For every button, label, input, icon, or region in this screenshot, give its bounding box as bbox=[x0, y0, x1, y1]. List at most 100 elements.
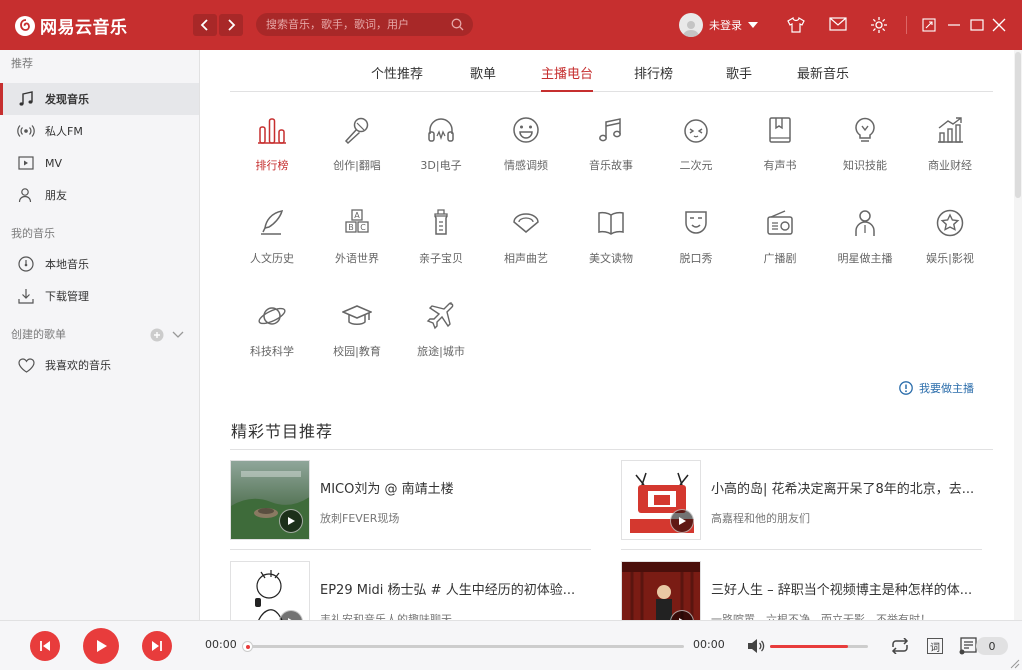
category-label: 明星做主播 bbox=[837, 252, 893, 265]
program-title[interactable]: 三好人生 – 辞职当个视频博主是种怎样的体... bbox=[711, 579, 991, 598]
sidebar-item-personal-fm[interactable]: 私人FM bbox=[0, 115, 199, 147]
caret-down-icon[interactable] bbox=[748, 22, 758, 28]
search-input[interactable] bbox=[266, 18, 446, 31]
avatar[interactable] bbox=[679, 13, 703, 37]
category-entertainment[interactable]: 娱乐|影视 bbox=[908, 206, 992, 266]
sidebar-item-local-music[interactable]: 本地音乐 bbox=[0, 248, 199, 280]
loop-mode-icon[interactable] bbox=[890, 638, 910, 654]
program-item[interactable]: 三好人生 – 辞职当个视频博主是种怎样的体... 一路喧嚣，六根不净，而立无影，… bbox=[621, 561, 991, 620]
category-business[interactable]: 商业财经 bbox=[908, 113, 992, 173]
category-crosstalk[interactable]: 相声曲艺 bbox=[484, 206, 568, 266]
tab-personal-recommend[interactable]: 个性推荐 bbox=[371, 63, 423, 92]
category-history[interactable]: 人文历史 bbox=[230, 206, 314, 266]
program-cover[interactable] bbox=[230, 561, 310, 620]
category-foreign-language[interactable]: ABC 外语世界 bbox=[315, 206, 399, 266]
video-icon bbox=[17, 154, 35, 172]
volume-icon[interactable] bbox=[747, 638, 765, 654]
back-button[interactable] bbox=[193, 14, 217, 36]
category-radio-drama[interactable]: 广播剧 bbox=[738, 206, 822, 266]
sidebar-section-my-music: 我的音乐 bbox=[11, 227, 55, 240]
lyric-button[interactable]: 词 bbox=[927, 638, 943, 654]
category-travel[interactable]: 旅途|城市 bbox=[399, 299, 483, 359]
sidebar-item-friends[interactable]: 朋友 bbox=[0, 179, 199, 211]
minimize-icon[interactable] bbox=[947, 18, 961, 32]
program-cover[interactable] bbox=[621, 561, 701, 620]
maximize-icon[interactable] bbox=[970, 18, 984, 32]
category-music-stories[interactable]: 音乐故事 bbox=[569, 113, 653, 173]
program-title[interactable]: MICO刘为 @ 南靖土楼 bbox=[320, 478, 600, 497]
program-cover[interactable] bbox=[230, 460, 310, 540]
section-title[interactable]: 精彩节目推荐 bbox=[231, 418, 333, 442]
category-audiobooks[interactable]: 有声书 bbox=[738, 113, 822, 173]
user-menu[interactable]: 未登录 bbox=[679, 13, 758, 37]
skin-tshirt-icon[interactable] bbox=[787, 16, 805, 34]
program-item[interactable]: MICO刘为 @ 南靖土楼 放刺FEVER现场 bbox=[230, 460, 600, 550]
category-ranking[interactable]: 排行榜 bbox=[230, 113, 314, 173]
progress-knob[interactable] bbox=[242, 641, 253, 652]
tab-new-music[interactable]: 最新音乐 bbox=[797, 63, 849, 92]
finance-chart-icon bbox=[933, 113, 967, 147]
add-playlist-icon[interactable] bbox=[150, 328, 164, 342]
play-overlay-button[interactable] bbox=[279, 509, 303, 533]
app-logo[interactable]: 网易云音乐 bbox=[14, 13, 128, 38]
category-cover-songs[interactable]: 创作|翻唱 bbox=[315, 113, 399, 173]
apply-host-link[interactable]: 我要做主播 bbox=[899, 380, 974, 396]
tab-charts[interactable]: 排行榜 bbox=[634, 63, 673, 92]
settings-gear-icon[interactable] bbox=[870, 16, 888, 34]
program-subtitle[interactable]: 放刺FEVER现场 bbox=[320, 510, 399, 526]
category-emotional-fm[interactable]: 情感调频 bbox=[484, 113, 568, 173]
sidebar-item-label: 下载管理 bbox=[45, 290, 89, 303]
category-talk-show[interactable]: 脱口秀 bbox=[654, 206, 738, 266]
sidebar-item-discover-music[interactable]: 发现音乐 bbox=[0, 83, 199, 115]
forward-button[interactable] bbox=[219, 14, 243, 36]
chevron-down-icon[interactable] bbox=[172, 331, 184, 339]
category-parenting[interactable]: 亲子宝贝 bbox=[399, 206, 483, 266]
category-celebrity-hosts[interactable]: 明星做主播 bbox=[823, 206, 907, 266]
tab-playlists[interactable]: 歌单 bbox=[470, 63, 496, 92]
previous-track-button[interactable] bbox=[30, 631, 60, 661]
message-mail-icon[interactable] bbox=[829, 17, 847, 32]
tab-artists[interactable]: 歌手 bbox=[726, 63, 752, 92]
category-literature[interactable]: 美文读物 bbox=[569, 206, 653, 266]
volume-slider[interactable] bbox=[770, 645, 868, 648]
sidebar-item-downloads[interactable]: 下载管理 bbox=[0, 280, 199, 312]
category-knowledge[interactable]: 知识技能 bbox=[823, 113, 907, 173]
close-icon[interactable] bbox=[992, 18, 1006, 32]
program-subtitle[interactable]: 韦礼安和音乐人的趣味聊天 bbox=[320, 611, 452, 620]
ranking-bars-icon bbox=[255, 113, 289, 147]
skip-previous-icon bbox=[40, 641, 50, 651]
progress-bar[interactable] bbox=[242, 641, 684, 652]
sidebar-item-label: 私人FM bbox=[45, 125, 83, 138]
play-overlay-button[interactable] bbox=[670, 509, 694, 533]
program-title[interactable]: 小高的岛| 花希决定离开呆了8年的北京，去... bbox=[711, 478, 991, 497]
sidebar-item-mv[interactable]: MV bbox=[0, 147, 199, 179]
program-title[interactable]: EP29 Midi 杨士弘 # 人生中经历的初体验... bbox=[320, 579, 600, 598]
sidebar-item-liked-music[interactable]: 我喜欢的音乐 bbox=[0, 349, 199, 381]
sidebar-item-label: 本地音乐 bbox=[45, 258, 89, 271]
program-item[interactable]: 小高的岛| 花希决定离开呆了8年的北京，去... 高嘉程和他的朋友们 bbox=[621, 460, 991, 550]
scrollbar[interactable] bbox=[1014, 50, 1022, 620]
resize-grip-icon[interactable] bbox=[1008, 657, 1020, 669]
mini-mode-icon[interactable] bbox=[922, 18, 936, 32]
app-name: 网易云音乐 bbox=[40, 18, 128, 38]
user-name[interactable]: 未登录 bbox=[709, 17, 742, 33]
next-track-button[interactable] bbox=[142, 631, 172, 661]
playlist-count-badge[interactable]: 0 bbox=[976, 637, 1008, 655]
category-anime[interactable]: 二次元 bbox=[654, 113, 738, 173]
play-button[interactable] bbox=[83, 628, 119, 664]
scrollbar-thumb[interactable] bbox=[1015, 52, 1021, 198]
lightbulb-icon bbox=[848, 113, 882, 147]
category-3d-electronic[interactable]: 3D|电子 bbox=[399, 113, 483, 173]
category-education[interactable]: 校园|教育 bbox=[315, 299, 399, 359]
category-science[interactable]: 科技科学 bbox=[230, 299, 314, 359]
search-icon[interactable] bbox=[451, 18, 464, 31]
tab-radio[interactable]: 主播电台 bbox=[541, 63, 594, 92]
program-subtitle[interactable]: 高嘉程和他的朋友们 bbox=[711, 510, 810, 526]
category-label: 3D|电子 bbox=[420, 159, 462, 172]
program-cover[interactable] bbox=[621, 460, 701, 540]
program-subtitle[interactable]: 一路喧嚣，六根不净，而立无影，不举有时！ bbox=[711, 611, 931, 620]
playlist-icon[interactable] bbox=[958, 637, 978, 655]
sidebar-item-label: 朋友 bbox=[45, 189, 67, 202]
smile-icon bbox=[509, 113, 543, 147]
program-item[interactable]: EP29 Midi 杨士弘 # 人生中经历的初体验... 韦礼安和音乐人的趣味聊… bbox=[230, 561, 600, 620]
